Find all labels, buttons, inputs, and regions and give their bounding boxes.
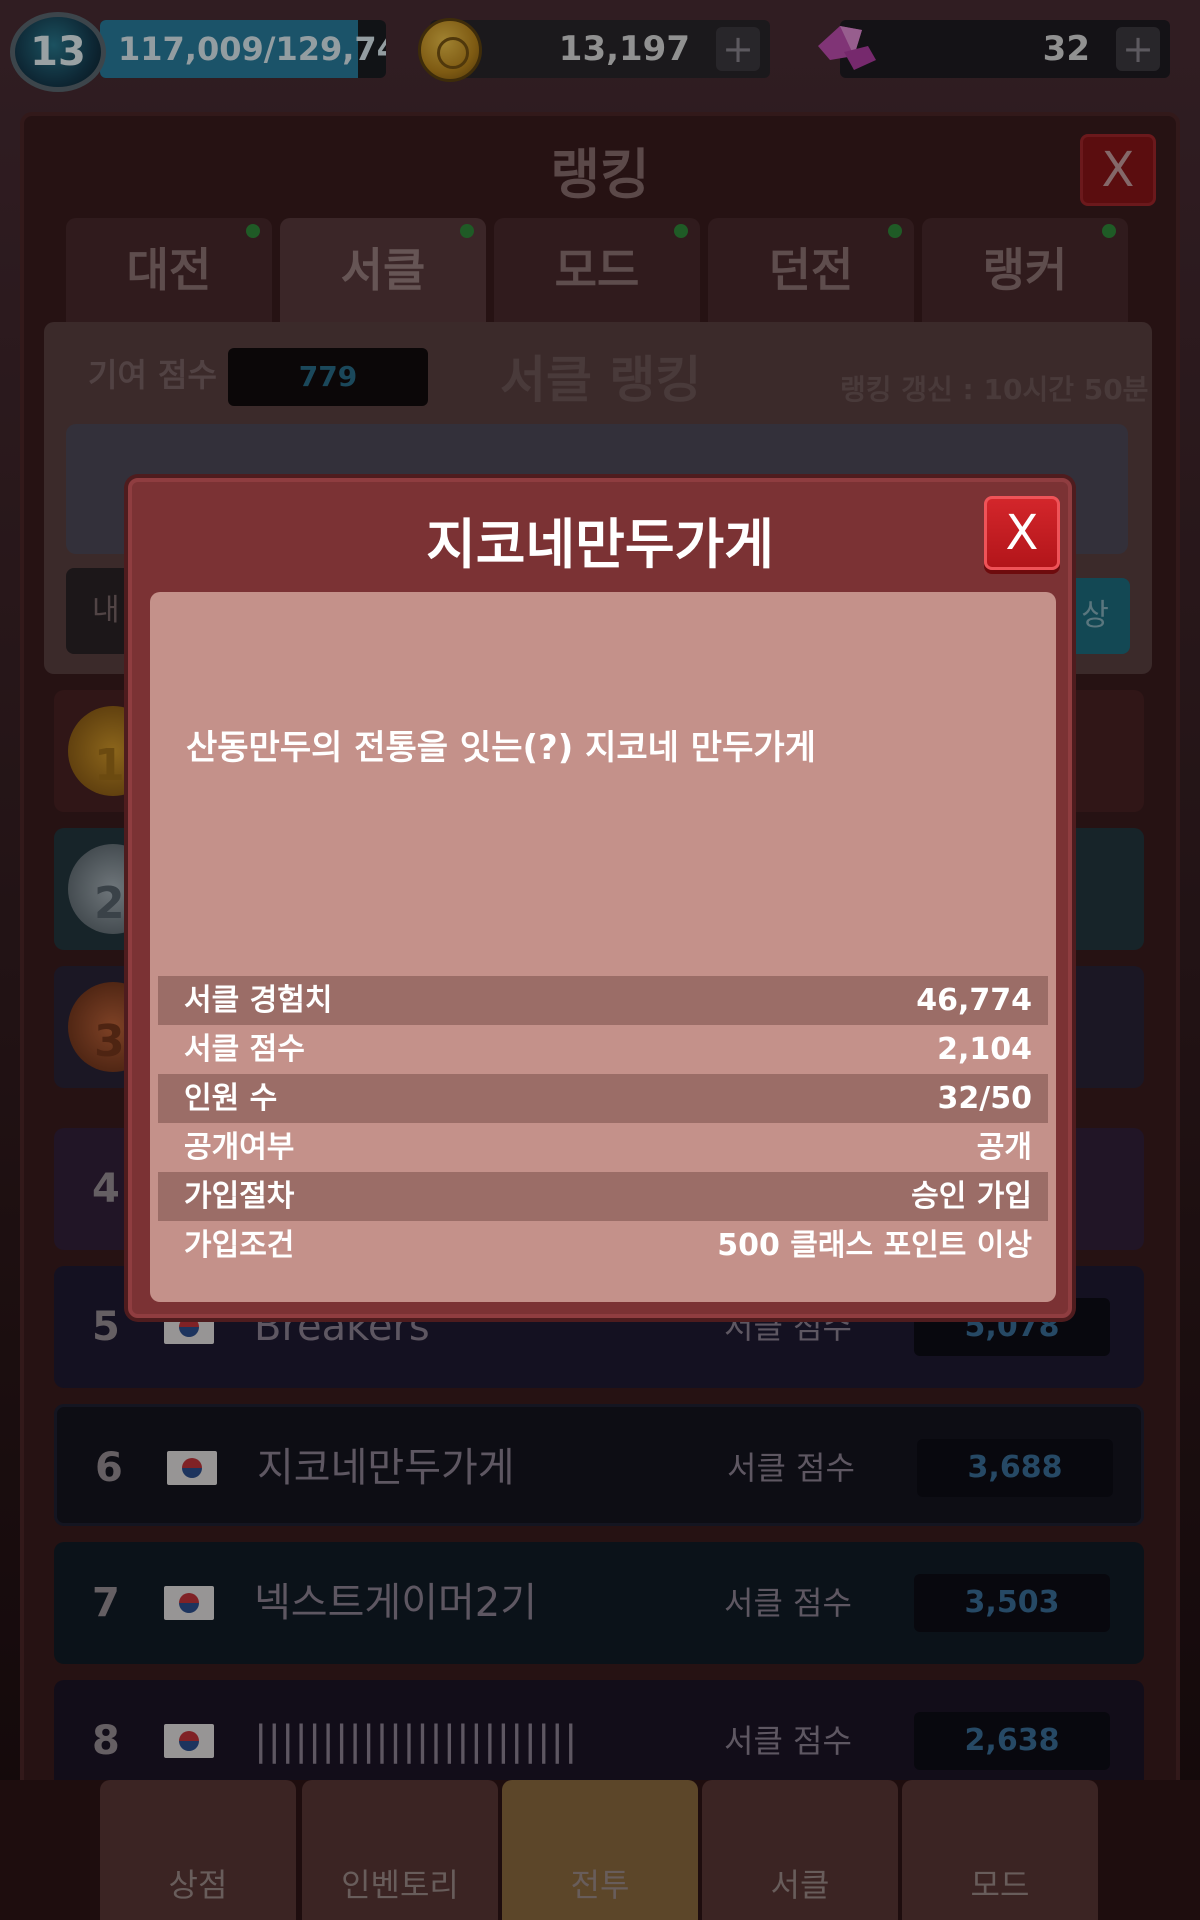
info-row-score: 서클 점수 2,104 bbox=[158, 1025, 1048, 1074]
info-row-join-condition: 가입조건 500 클래스 포인트 이상 bbox=[158, 1221, 1048, 1270]
info-row-join-process: 가입절차 승인 가입 bbox=[158, 1172, 1048, 1221]
modal-title: 지코네만두가게 bbox=[426, 513, 774, 576]
medal-rank-number: 2 bbox=[94, 878, 125, 929]
info-key: 인원 수 bbox=[184, 1081, 278, 1116]
modal-close-button[interactable]: X bbox=[984, 496, 1060, 570]
info-value: 승인 가입 bbox=[911, 1179, 1032, 1214]
info-key: 서클 경험치 bbox=[184, 983, 333, 1018]
medal-rank-number: 3 bbox=[94, 1016, 125, 1067]
info-value: 2,104 bbox=[937, 1032, 1032, 1067]
info-value: 500 클래스 포인트 이상 bbox=[717, 1228, 1032, 1263]
circle-info-table: 서클 경험치 46,774 서클 점수 2,104 인원 수 32/50 공개여… bbox=[158, 976, 1048, 1270]
info-key: 가입조건 bbox=[184, 1228, 295, 1263]
info-key: 공개여부 bbox=[184, 1130, 295, 1165]
info-value: 46,774 bbox=[916, 983, 1032, 1018]
circle-description: 산동만두의 전통을 잇는(?) 지코네 만두가게 bbox=[186, 728, 816, 768]
info-key: 가입절차 bbox=[184, 1179, 295, 1214]
circle-info-modal: 지코네만두가게 X 산동만두의 전통을 잇는(?) 지코네 만두가게 서클 경험… bbox=[128, 478, 1072, 1318]
medal-rank-number: 1 bbox=[94, 740, 125, 791]
info-row-exp: 서클 경험치 46,774 bbox=[158, 976, 1048, 1025]
info-row-members: 인원 수 32/50 bbox=[158, 1074, 1048, 1123]
info-value: 공개 bbox=[976, 1130, 1032, 1165]
info-value: 32/50 bbox=[937, 1081, 1032, 1116]
info-key: 서클 점수 bbox=[184, 1032, 305, 1067]
info-row-visibility: 공개여부 공개 bbox=[158, 1123, 1048, 1172]
modal-body: 산동만두의 전통을 잇는(?) 지코네 만두가게 서클 경험치 46,774 서… bbox=[150, 592, 1056, 1302]
